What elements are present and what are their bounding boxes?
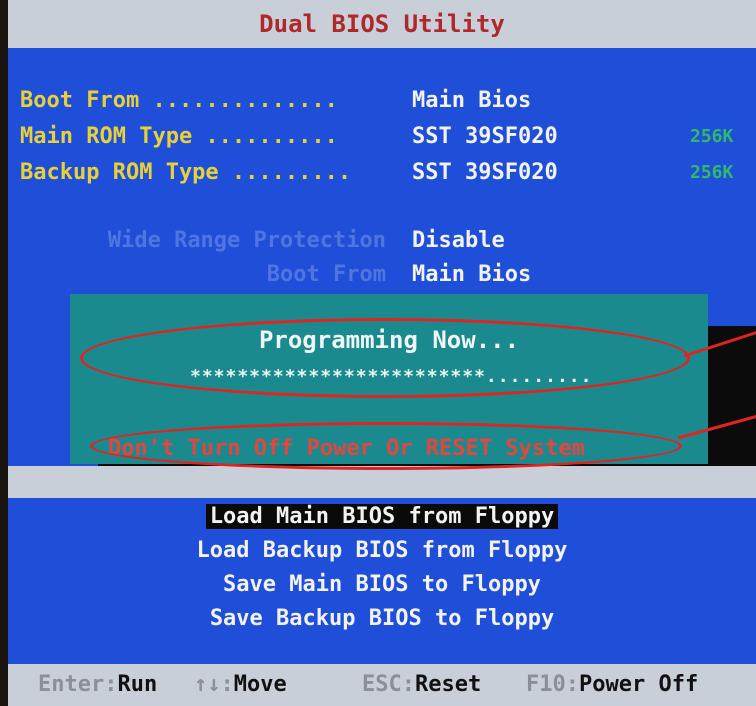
boot-from-label: Boot From ..............: [20, 88, 338, 113]
main-rom-label: Main ROM Type ..........: [20, 124, 338, 149]
callout-line-2: [677, 414, 756, 440]
wide-range-value[interactable]: Disable: [412, 228, 505, 253]
boot-from-setting-label: Boot From: [266, 262, 386, 287]
menu-item-label: Save Backup BIOS to Floppy: [209, 606, 555, 631]
annotation-ring-warning: [90, 422, 682, 470]
f10-key: F10:: [526, 672, 579, 697]
hint-enter[interactable]: Enter:Run: [38, 664, 157, 706]
page-title: Dual BIOS Utility: [259, 10, 505, 38]
esc-action: Reset: [414, 672, 482, 697]
enter-action: Run: [117, 672, 158, 697]
menu-item-label: Load Main BIOS from Floppy: [205, 504, 559, 529]
backup-rom-size: 256K: [690, 162, 734, 183]
esc-key: ESC:: [362, 672, 415, 697]
main-rom-size: 256K: [690, 126, 734, 147]
title-bar: Dual BIOS Utility: [8, 0, 756, 48]
f10-action: Power Off: [578, 672, 699, 697]
wide-range-label: Wide Range Protection: [107, 228, 386, 253]
hint-move[interactable]: ↑↓:Move: [194, 664, 287, 706]
bios-screen: Dual BIOS Utility Boot From ............…: [8, 0, 756, 706]
enter-key: Enter:: [38, 672, 118, 697]
annotation-ring-progress: [80, 318, 690, 398]
menu-item-label: Load Backup BIOS from Floppy: [196, 538, 568, 563]
menu-item-load-backup[interactable]: Load Backup BIOS from Floppy: [8, 534, 756, 568]
hint-reset[interactable]: ESC:Reset: [362, 664, 481, 706]
main-rom-value: SST 39SF020: [412, 124, 558, 149]
boot-from-value: Main Bios: [412, 88, 532, 113]
annotation-callout-lines: [677, 331, 756, 440]
menu-item-save-backup[interactable]: Save Backup BIOS to Floppy: [8, 602, 756, 636]
callout-line-1: [683, 331, 756, 358]
backup-rom-label: Backup ROM Type .........: [20, 160, 352, 185]
backup-rom-value: SST 39SF020: [412, 160, 558, 185]
arrows-key: ↑↓:: [194, 672, 234, 697]
menu-item-load-main[interactable]: Load Main BIOS from Floppy: [8, 500, 756, 534]
gray-strip: [8, 466, 756, 498]
boot-from-setting-value[interactable]: Main Bios: [412, 262, 531, 287]
arrows-action: Move: [233, 672, 287, 697]
menu-item-label: Save Main BIOS to Floppy: [223, 572, 541, 597]
key-hint-bar: Enter:Run ↑↓:Move ESC:Reset F10:Power Of…: [8, 664, 756, 706]
menu-item-save-main[interactable]: Save Main BIOS to Floppy: [8, 568, 756, 602]
hint-power-off[interactable]: F10:Power Off: [526, 664, 698, 706]
